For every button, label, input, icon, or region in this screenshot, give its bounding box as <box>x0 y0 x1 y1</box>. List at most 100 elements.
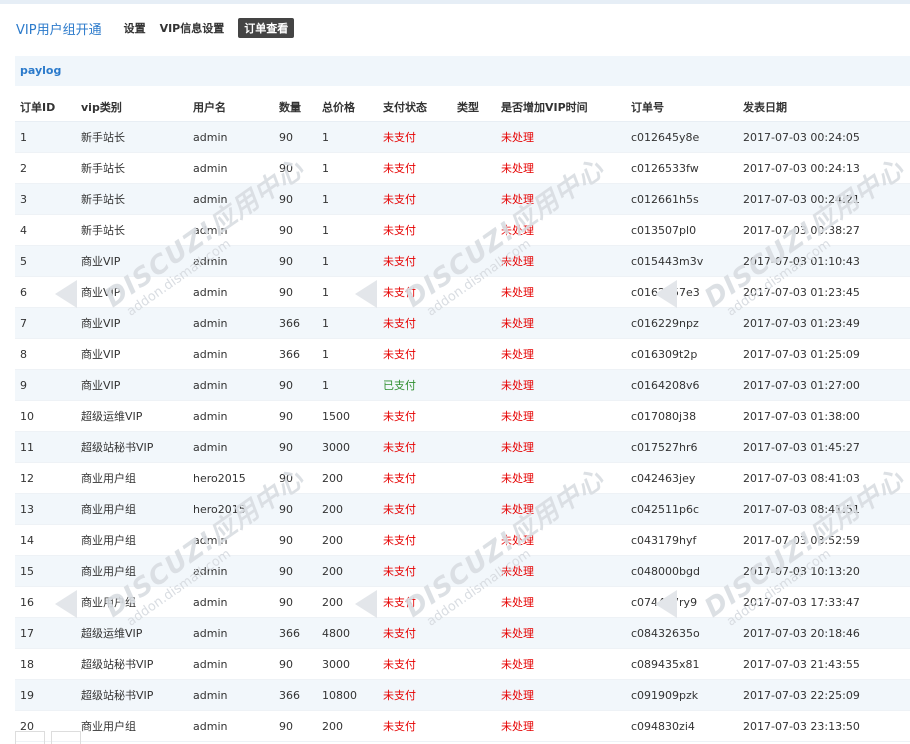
quantity-cell: 366 <box>274 338 317 370</box>
quantity-cell: 90 <box>274 245 317 277</box>
order-id-cell: 2 <box>15 152 76 184</box>
kind-cell <box>452 214 496 246</box>
table-header-row: 订单ID vip类别 用户名 数量 总价格 支付状态 类型 是否增加VIP时间 … <box>15 92 910 122</box>
table-row: 9 商业VIP admin 90 1 已支付 未处理 c0164208v6 2017-07-03… <box>15 369 910 401</box>
tab-vip-info-settings[interactable]: VIP信息设置 <box>160 20 225 36</box>
order-number-cell: c089435x81 <box>626 648 738 680</box>
username-cell: admin <box>188 152 274 184</box>
vip-type-cell: 商业用户组 <box>76 555 188 587</box>
quantity-cell: 366 <box>274 307 317 339</box>
total-price-cell: 200 <box>317 710 378 742</box>
total-price-cell: 200 <box>317 586 378 618</box>
post-date-cell: 2017-07-03 00:24:13 <box>738 152 910 184</box>
column-header-username: 用户名 <box>188 92 274 122</box>
username-cell: admin <box>188 214 274 246</box>
page-title[interactable]: VIP用户组开通 <box>16 19 102 38</box>
vip-time-status-cell: 未处理 <box>496 121 626 153</box>
table-row: 7 商业VIP admin 366 1 未支付 未处理 c016229npz 2017-07-0… <box>15 307 910 339</box>
payment-status-cell: 未支付 <box>378 400 452 432</box>
quantity-cell: 366 <box>274 617 317 649</box>
order-number-cell: c015443m3v <box>626 245 738 277</box>
column-header-payment-status: 支付状态 <box>378 92 452 122</box>
username-cell: admin <box>188 617 274 649</box>
username-cell: admin <box>188 555 274 587</box>
order-id-cell: 18 <box>15 648 76 680</box>
vip-time-status-cell: 未处理 <box>496 183 626 215</box>
order-id-cell: 15 <box>15 555 76 587</box>
kind-cell <box>452 121 496 153</box>
post-date-cell: 2017-07-03 00:24:21 <box>738 183 910 215</box>
order-id-cell: 10 <box>15 400 76 432</box>
table-row: 17 超级运维VIP admin 366 4800 未支付 未处理 c08432635o 201… <box>15 617 910 649</box>
order-id-cell: 13 <box>15 493 76 525</box>
vip-time-status-cell: 未处理 <box>496 555 626 587</box>
vip-type-cell: 商业用户组 <box>76 462 188 494</box>
payment-status-cell: 未支付 <box>378 462 452 494</box>
kind-cell <box>452 679 496 711</box>
table-row: 15 商业用户组 admin 90 200 未支付 未处理 c048000bgd 2017-07… <box>15 555 910 587</box>
column-header-post-date: 发表日期 <box>738 92 910 122</box>
payment-status-cell: 未支付 <box>378 431 452 463</box>
username-cell: hero2015 <box>188 493 274 525</box>
payment-status-cell: 未支付 <box>378 121 452 153</box>
vip-type-cell: 超级站秘书VIP <box>76 679 188 711</box>
payment-status-cell: 未支付 <box>378 524 452 556</box>
column-header-quantity: 数量 <box>274 92 317 122</box>
vip-time-status-cell: 未处理 <box>496 431 626 463</box>
order-number-cell: c016229npz <box>626 307 738 339</box>
total-price-cell: 1 <box>317 245 378 277</box>
section-header: paylog <box>15 56 910 86</box>
order-id-cell: 14 <box>15 524 76 556</box>
order-number-cell: c0126533fw <box>626 152 738 184</box>
kind-cell <box>452 338 496 370</box>
username-cell: admin <box>188 183 274 215</box>
kind-cell <box>452 555 496 587</box>
quantity-cell: 90 <box>274 431 317 463</box>
vip-time-status-cell: 未处理 <box>496 307 626 339</box>
column-header-total-price: 总价格 <box>317 92 378 122</box>
payment-status-cell: 未支付 <box>378 586 452 618</box>
username-cell: admin <box>188 307 274 339</box>
table-row: 2 新手站长 admin 90 1 未支付 未处理 c0126533fw 2017-07-03 … <box>15 152 910 184</box>
table-row: 8 商业VIP admin 366 1 未支付 未处理 c016309t2p 2017-07-0… <box>15 338 910 370</box>
total-price-cell: 1 <box>317 214 378 246</box>
payment-status-cell: 未支付 <box>378 214 452 246</box>
table-row: 6 商业VIP admin 90 1 未支付 未处理 c0162257e3 2017-07-03… <box>15 276 910 308</box>
quantity-cell: 90 <box>274 400 317 432</box>
order-number-cell: c0164208v6 <box>626 369 738 401</box>
vip-time-status-cell: 未处理 <box>496 462 626 494</box>
total-price-cell: 1 <box>317 369 378 401</box>
post-date-cell: 2017-07-03 17:33:47 <box>738 586 910 618</box>
quantity-cell: 90 <box>274 524 317 556</box>
tab-order-view[interactable]: 订单查看 <box>238 18 295 38</box>
table-row: 16 商业用户组 admin 90 200 未支付 未处理 c074427ry9 2017-07… <box>15 586 910 618</box>
kind-cell <box>452 462 496 494</box>
kind-cell <box>452 586 496 618</box>
post-date-cell: 2017-07-03 21:43:55 <box>738 648 910 680</box>
username-cell: admin <box>188 338 274 370</box>
tab-settings[interactable]: 设置 <box>124 20 146 36</box>
vip-type-cell: 新手站长 <box>76 214 188 246</box>
quantity-cell: 90 <box>274 493 317 525</box>
order-id-cell: 8 <box>15 338 76 370</box>
total-price-cell: 4800 <box>317 617 378 649</box>
post-date-cell: 2017-07-03 00:24:05 <box>738 121 910 153</box>
pagination-box[interactable] <box>15 731 45 744</box>
table-row: 19 超级站秘书VIP admin 366 10800 未支付 未处理 c091909pzk 2… <box>15 679 910 711</box>
pagination-box[interactable] <box>51 731 81 744</box>
vip-type-cell: 商业用户组 <box>76 493 188 525</box>
order-id-cell: 19 <box>15 679 76 711</box>
post-date-cell: 2017-07-03 01:27:00 <box>738 369 910 401</box>
order-id-cell: 11 <box>15 431 76 463</box>
quantity-cell: 90 <box>274 214 317 246</box>
vip-time-status-cell: 未处理 <box>496 648 626 680</box>
order-id-cell: 16 <box>15 586 76 618</box>
order-number-cell: c043179hyf <box>626 524 738 556</box>
kind-cell <box>452 617 496 649</box>
username-cell: admin <box>188 524 274 556</box>
order-number-cell: c074427ry9 <box>626 586 738 618</box>
username-cell: admin <box>188 431 274 463</box>
post-date-cell: 2017-07-03 22:25:09 <box>738 679 910 711</box>
payment-status-cell: 未支付 <box>378 648 452 680</box>
vip-type-cell: 超级运维VIP <box>76 617 188 649</box>
